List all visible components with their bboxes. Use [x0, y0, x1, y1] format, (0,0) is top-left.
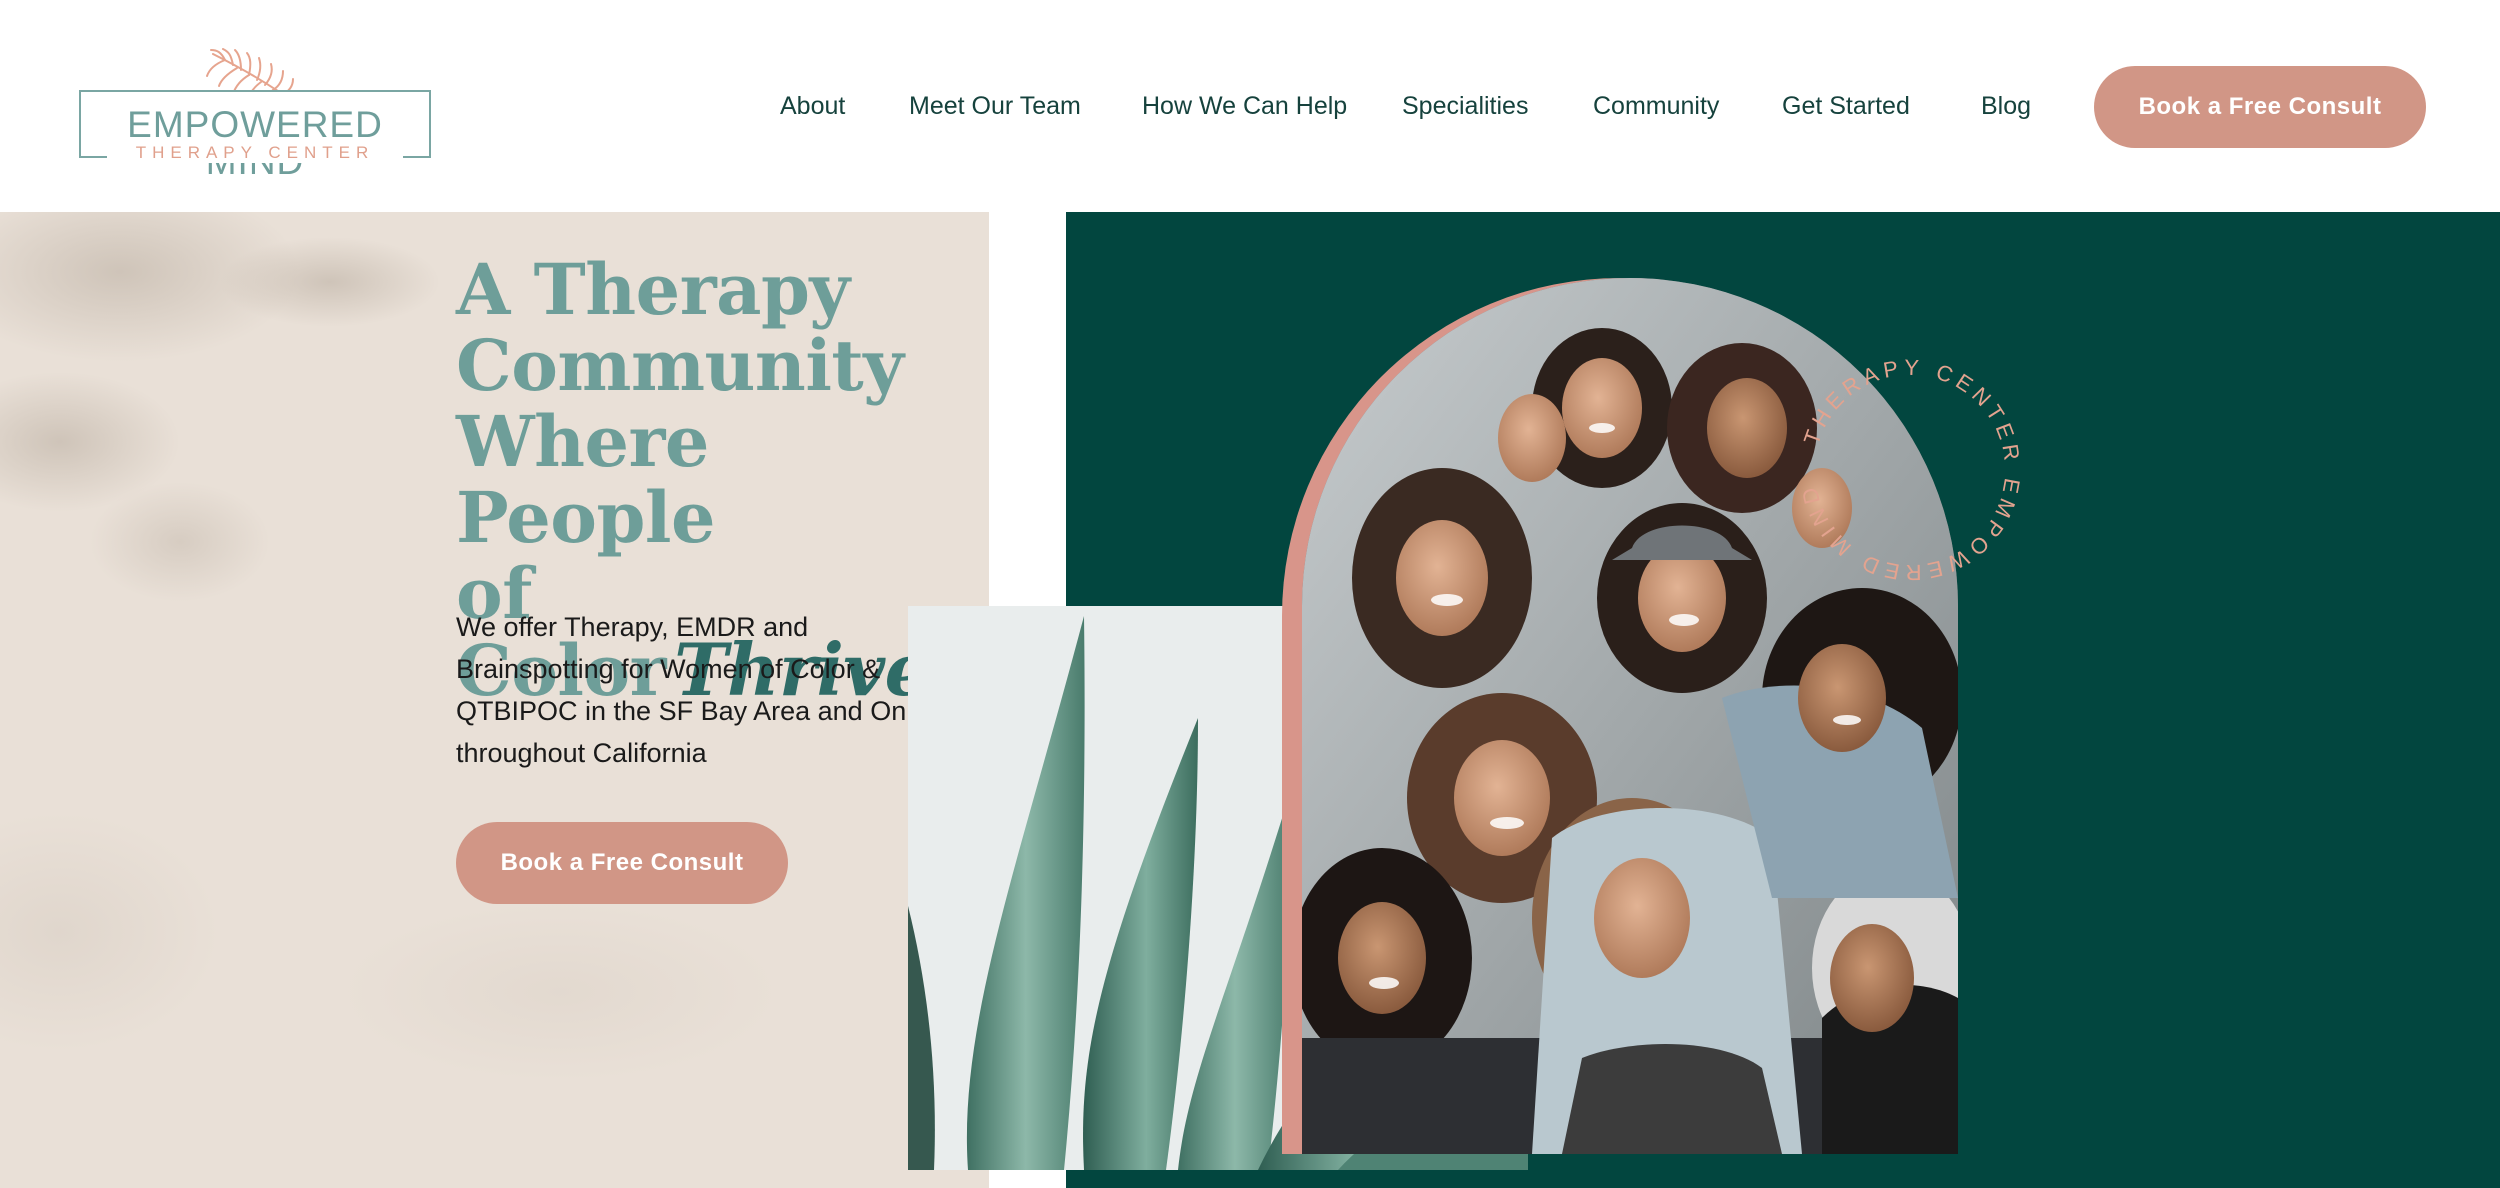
site-header: EMPOWERED MIND THERAPY CENTER About Meet…: [0, 0, 2500, 212]
nav-item-blog[interactable]: Blog: [1981, 88, 2031, 124]
nav-item-meet-our-team[interactable]: Meet Our Team: [909, 88, 1081, 124]
headline-line-1: A Therapy: [456, 248, 850, 331]
nav-item-how-we-can-help[interactable]: How We Can Help: [1142, 88, 1347, 124]
book-consult-button-hero[interactable]: Book a Free Consult: [456, 822, 788, 904]
book-consult-button-header[interactable]: Book a Free Consult: [2094, 66, 2426, 148]
ring-text-path: THERAPY CENTER EMPOWERED MIND: [1796, 355, 2021, 585]
logo[interactable]: EMPOWERED MIND THERAPY CENTER: [77, 48, 433, 180]
headline-line-3: Where People: [456, 400, 716, 559]
hero-left-content: A Therapy Community Where People of Colo…: [0, 212, 989, 1188]
intro-line-2: Brainspotting for Women of Color &: [456, 654, 881, 684]
hero-intro: We offer Therapy, EMDR and Brainspotting…: [456, 606, 976, 774]
nav-item-community[interactable]: Community: [1593, 88, 1719, 124]
headline-line-2: Community: [456, 324, 904, 407]
intro-line-3: QTBIPOC in the SF Bay Area and Online: [456, 696, 949, 726]
circular-brand-text: THERAPY CENTER EMPOWERED MIND: [1796, 355, 2026, 585]
hero-left-panel: A Therapy Community Where People of Colo…: [0, 212, 989, 1188]
intro-line-1: We offer Therapy, EMDR and: [456, 612, 809, 642]
logo-subtitle: THERAPY CENTER: [107, 143, 403, 163]
nav-item-get-started[interactable]: Get Started: [1782, 88, 1910, 124]
intro-line-4: throughout California: [456, 738, 707, 768]
nav-item-about[interactable]: About: [780, 88, 845, 124]
svg-text:THERAPY CENTER EMPOWERED MIND: THERAPY CENTER EMPOWERED MIND: [1796, 355, 2026, 585]
nav-item-specialities[interactable]: Specialities: [1402, 88, 1528, 124]
